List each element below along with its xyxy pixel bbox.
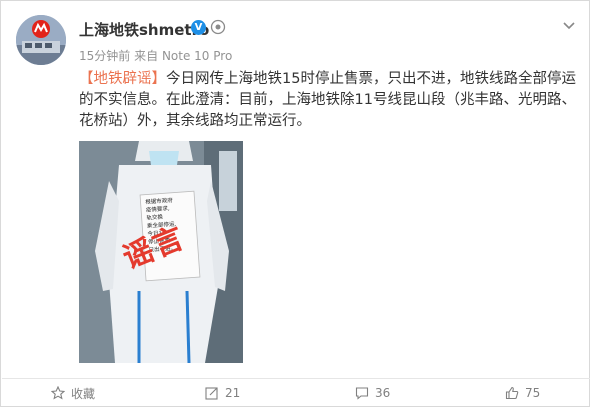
post-time[interactable]: 15分钟前 (79, 49, 130, 63)
post-device[interactable]: Note 10 Pro (162, 49, 232, 63)
repost-button[interactable]: 21 (205, 379, 240, 407)
verified-icon: V (191, 20, 206, 35)
post-text: 【地铁辟谣】今日网传上海地铁15时停止售票，只出不进，地铁线路全部停运的不实信息… (79, 69, 579, 132)
like-count: 75 (525, 386, 541, 400)
comment-icon (355, 387, 369, 400)
favorite-button[interactable]: 收藏 (51, 379, 95, 407)
source-prefix: 来自 (134, 49, 159, 63)
like-icon (505, 386, 519, 400)
username[interactable]: 上海地铁shmetro (79, 19, 209, 40)
post-tag[interactable]: 【地铁辟谣】 (79, 71, 166, 87)
repost-icon (205, 387, 218, 400)
favorite-label: 收藏 (71, 386, 96, 401)
post-photo[interactable]: 根据市政府 疫情要求, 轨交换 乘全部停运, 今日15 停止售票 只出不进。 谣… (79, 141, 243, 363)
avatar-image (16, 15, 66, 65)
comment-button[interactable]: 36 (355, 379, 390, 407)
weibo-post-card: 上海地铁shmetro V 15分钟前 来自 Note 10 Pro 【地铁辟谣… (0, 0, 590, 407)
like-button[interactable]: 75 (505, 379, 540, 407)
avatar[interactable] (16, 15, 66, 65)
post-meta: 15分钟前 来自 Note 10 Pro (79, 47, 232, 64)
repost-count: 21 (225, 386, 241, 400)
chevron-down-icon[interactable] (561, 17, 577, 33)
comment-count: 36 (375, 386, 391, 400)
badge-icon[interactable] (210, 19, 226, 35)
star-icon (51, 386, 65, 400)
